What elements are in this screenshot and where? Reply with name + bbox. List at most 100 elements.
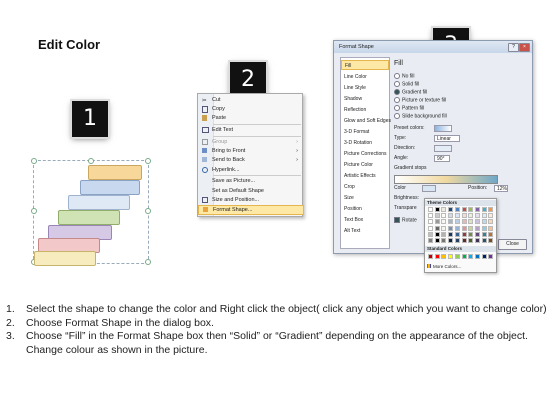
color-swatch[interactable]: [481, 238, 487, 243]
color-swatch[interactable]: [428, 231, 433, 237]
color-swatch[interactable]: [448, 219, 454, 225]
color-swatch[interactable]: [454, 219, 460, 225]
color-swatch[interactable]: [441, 238, 447, 243]
color-swatch[interactable]: [434, 225, 440, 231]
nav-item-picture-color[interactable]: Picture Color: [341, 160, 389, 170]
color-swatch[interactable]: [454, 238, 460, 243]
color-swatch[interactable]: [461, 254, 467, 259]
radio-slide-background-fill[interactable]: Slide background fill: [394, 113, 447, 120]
color-swatch[interactable]: [474, 254, 480, 259]
nav-item-size[interactable]: Size: [341, 193, 389, 203]
nav-item-picture-corrections[interactable]: Picture Corrections: [341, 149, 389, 159]
color-swatch[interactable]: [461, 213, 467, 219]
color-swatch[interactable]: [474, 213, 480, 219]
menu-item-set-default-shape[interactable]: Set as Default Shape: [198, 187, 302, 195]
color-swatch[interactable]: [428, 213, 433, 219]
color-swatch[interactable]: [474, 238, 480, 243]
direction-dropdown[interactable]: [434, 145, 452, 152]
close-button[interactable]: Close: [498, 239, 527, 250]
position-input[interactable]: 12%: [494, 185, 508, 192]
color-swatch[interactable]: [481, 213, 487, 219]
color-swatch[interactable]: [434, 219, 440, 225]
color-swatch[interactable]: [434, 231, 440, 237]
nav-item-line-color[interactable]: Line Color: [341, 72, 389, 82]
color-swatch[interactable]: [428, 238, 433, 243]
nav-item-3d-format[interactable]: 3-D Format: [341, 127, 389, 137]
color-swatch[interactable]: [434, 254, 440, 259]
color-swatch[interactable]: [488, 219, 494, 225]
color-swatch[interactable]: [488, 225, 494, 231]
nav-item-crop[interactable]: Crop: [341, 182, 389, 192]
resize-handle[interactable]: [145, 259, 151, 265]
color-swatch[interactable]: [488, 238, 494, 243]
color-swatch[interactable]: [461, 238, 467, 243]
color-swatch[interactable]: [468, 238, 474, 243]
resize-handle[interactable]: [88, 158, 94, 164]
nav-item-line-style[interactable]: Line Style: [341, 83, 389, 93]
color-swatch[interactable]: [428, 225, 433, 231]
color-swatch[interactable]: [461, 207, 467, 212]
rotate-with-shape-checkbox[interactable]: Rotate: [394, 217, 417, 224]
color-swatch[interactable]: [488, 213, 494, 219]
type-select[interactable]: Linear: [434, 135, 460, 142]
menu-item-bring-to-front[interactable]: Bring to Front ›: [198, 147, 302, 155]
shape-block[interactable]: [88, 165, 142, 180]
radio-button[interactable]: [394, 113, 400, 119]
color-swatch[interactable]: [474, 225, 480, 231]
color-swatch[interactable]: [468, 231, 474, 237]
color-swatch[interactable]: [454, 254, 460, 259]
color-swatch[interactable]: [468, 254, 474, 259]
color-swatch[interactable]: [441, 254, 447, 259]
color-swatch[interactable]: [441, 207, 447, 212]
color-swatch[interactable]: [434, 213, 440, 219]
menu-item-save-as-picture[interactable]: Save as Picture...: [198, 177, 302, 185]
color-swatch[interactable]: [454, 225, 460, 231]
close-icon[interactable]: ×: [519, 43, 530, 52]
nav-item-fill[interactable]: Fill: [341, 60, 389, 70]
shape-block[interactable]: [58, 210, 120, 225]
color-swatch[interactable]: [448, 231, 454, 237]
menu-item-size-and-position[interactable]: Size and Position...: [198, 196, 302, 204]
nav-item-3d-rotation[interactable]: 3-D Rotation: [341, 138, 389, 148]
resize-handle[interactable]: [31, 158, 37, 164]
color-swatch[interactable]: [448, 238, 454, 243]
color-swatch[interactable]: [448, 254, 454, 259]
radio-button[interactable]: [394, 81, 400, 87]
radio-picture-fill[interactable]: Picture or texture fill: [394, 97, 446, 104]
color-swatch[interactable]: [474, 207, 480, 212]
shape-block[interactable]: [34, 251, 96, 266]
radio-solid-fill[interactable]: Solid fill: [394, 81, 419, 88]
resize-handle[interactable]: [145, 158, 151, 164]
color-swatch[interactable]: [428, 219, 433, 225]
shape-block[interactable]: [68, 195, 130, 210]
color-swatch[interactable]: [454, 207, 460, 212]
color-picker-button[interactable]: [422, 185, 436, 192]
color-swatch[interactable]: [461, 231, 467, 237]
stair-shapes-group[interactable]: [30, 158, 151, 268]
menu-item-copy[interactable]: Copy: [198, 105, 302, 113]
color-swatch[interactable]: [481, 207, 487, 212]
menu-item-hyperlink[interactable]: Hyperlink...: [198, 166, 302, 174]
help-button[interactable]: ?: [508, 43, 519, 52]
color-swatch[interactable]: [468, 225, 474, 231]
color-swatch[interactable]: [481, 254, 487, 259]
nav-item-shadow[interactable]: Shadow: [341, 94, 389, 104]
color-swatch[interactable]: [441, 219, 447, 225]
menu-item-paste[interactable]: Paste: [198, 114, 302, 122]
color-swatch[interactable]: [448, 225, 454, 231]
color-swatch[interactable]: [468, 213, 474, 219]
color-swatch[interactable]: [488, 207, 494, 212]
nav-item-reflection[interactable]: Reflection: [341, 105, 389, 115]
resize-handle[interactable]: [145, 208, 151, 214]
color-swatch[interactable]: [441, 231, 447, 237]
color-swatch[interactable]: [474, 219, 480, 225]
radio-gradient-fill[interactable]: Gradient fill: [394, 89, 427, 96]
color-swatch[interactable]: [481, 225, 487, 231]
color-swatch[interactable]: [488, 231, 494, 237]
menu-item-group[interactable]: Group ›: [198, 138, 302, 146]
color-swatch[interactable]: [461, 225, 467, 231]
color-swatch[interactable]: [434, 238, 440, 243]
nav-item-artistic-effects[interactable]: Artistic Effects: [341, 171, 389, 181]
menu-item-send-to-back[interactable]: Send to Back ›: [198, 156, 302, 164]
color-swatch[interactable]: [448, 207, 454, 212]
